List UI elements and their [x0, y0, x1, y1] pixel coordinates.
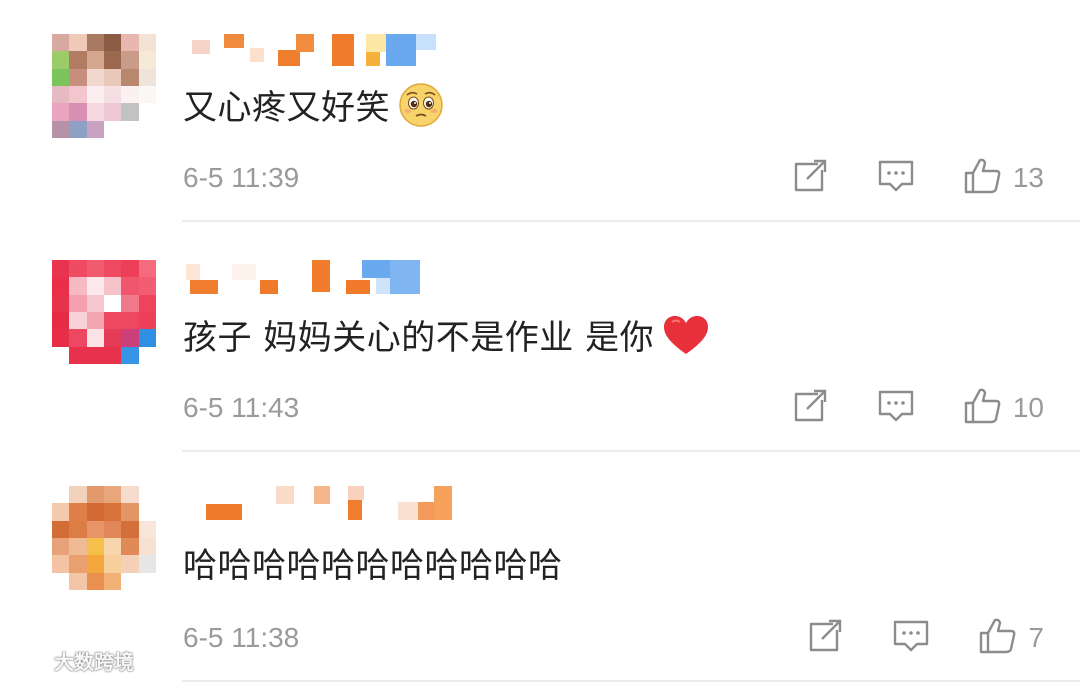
- share-button[interactable]: [806, 619, 844, 657]
- comment-actions: 7: [806, 618, 1044, 658]
- thumbs-up-icon: [978, 616, 1018, 660]
- comment-icon: [877, 158, 915, 198]
- watermark-text: 大数跨境: [54, 650, 134, 674]
- like-button[interactable]: 7: [978, 618, 1044, 658]
- reply-button[interactable]: [892, 619, 930, 657]
- comment-icon: [877, 388, 915, 428]
- timestamp: 6-5 11:39: [183, 162, 300, 193]
- comment-icon: [892, 618, 930, 658]
- username-pixelated[interactable]: [186, 486, 452, 526]
- like-button[interactable]: 10: [963, 388, 1044, 428]
- divider: [182, 220, 1080, 222]
- like-count: 13: [1012, 162, 1044, 193]
- thumbs-up-icon: [963, 386, 1003, 430]
- thumbs-up-icon: [963, 156, 1003, 200]
- comment-body: 又心疼又好笑: [183, 88, 390, 128]
- comment-item: 孩子 妈妈关心的不是作业 是你 6-5 11:43 10: [0, 230, 1080, 460]
- share-icon: [792, 388, 828, 428]
- divider: [182, 680, 1080, 682]
- pleading-face-emoji-icon: [398, 82, 444, 137]
- avatar[interactable]: [52, 486, 156, 590]
- comment-item: 又心疼又好笑 6-5 11:39 13: [0, 0, 1080, 230]
- share-button[interactable]: [791, 159, 829, 197]
- reply-button[interactable]: [877, 159, 915, 197]
- avatar[interactable]: [52, 260, 156, 364]
- watermark: 大数跨境: [10, 645, 134, 676]
- like-button[interactable]: 13: [963, 158, 1044, 198]
- red-heart-emoji-icon: [662, 314, 710, 365]
- username-pixelated[interactable]: [186, 260, 436, 300]
- comment-text: 又心疼又好笑: [183, 82, 444, 137]
- comment-text: 哈哈哈哈哈哈哈哈哈哈哈: [183, 546, 563, 586]
- comment-body: 孩子 妈妈关心的不是作业 是你: [183, 318, 655, 358]
- comment-actions: 10: [791, 388, 1044, 428]
- comment-item: 哈哈哈哈哈哈哈哈哈哈哈 6-5 11:38 7: [0, 460, 1080, 690]
- comment-text: 孩子 妈妈关心的不是作业 是你: [183, 314, 710, 365]
- share-icon: [792, 158, 828, 198]
- like-count: 7: [1028, 622, 1044, 653]
- reply-button[interactable]: [877, 389, 915, 427]
- like-count: 10: [1012, 392, 1044, 423]
- timestamp: 6-5 11:43: [183, 392, 300, 423]
- share-icon: [807, 618, 843, 658]
- weibo-logo: [10, 645, 50, 676]
- comment-actions: 13: [791, 158, 1044, 198]
- username-pixelated[interactable]: [186, 34, 436, 74]
- divider: [182, 450, 1080, 452]
- comment-body: 哈哈哈哈哈哈哈哈哈哈哈: [183, 546, 563, 586]
- avatar[interactable]: [52, 34, 156, 138]
- share-button[interactable]: [791, 389, 829, 427]
- timestamp: 6-5 11:38: [183, 622, 300, 653]
